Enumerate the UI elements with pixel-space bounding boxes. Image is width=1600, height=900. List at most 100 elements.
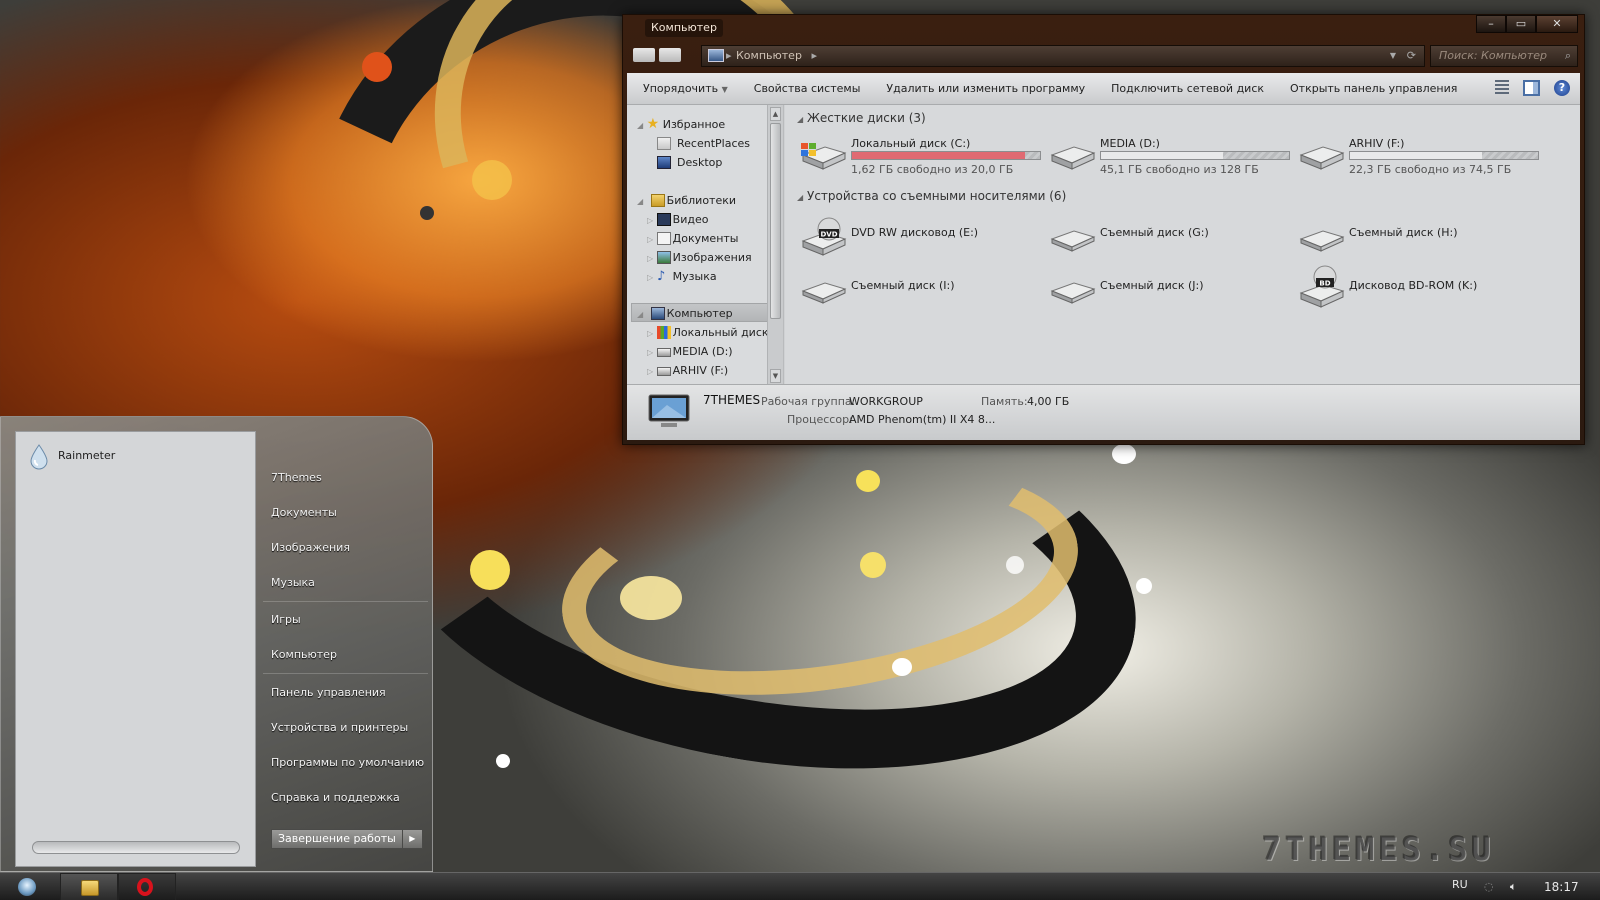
star-icon: ★ [646, 116, 660, 132]
maximize-button[interactable]: ▭ [1506, 15, 1536, 33]
drive-j[interactable]: Съемный диск (J:) [1048, 269, 1298, 309]
scroll-thumb[interactable] [770, 123, 781, 319]
organize-button[interactable]: Упорядочить ▼ [627, 82, 741, 95]
nav-arhiv-f[interactable]: ▷ ARHIV (F:) [647, 361, 728, 380]
minimize-button[interactable]: – [1476, 15, 1506, 33]
address-bar[interactable]: ▸ Компьютер ▸ ▼ ⟳ [701, 45, 1425, 67]
start-item-music[interactable]: Музыка [271, 576, 315, 589]
drive-free-space: 1,62 ГБ свободно из 20,0 ГБ [851, 163, 1014, 176]
drive-c[interactable]: Локальный диск (C:) 1,62 ГБ свободно из … [799, 137, 1049, 177]
drive-name: Локальный диск (C:) [851, 137, 971, 150]
view-controls: ? [1495, 80, 1570, 96]
back-button[interactable] [633, 48, 655, 62]
content-pane: ◢ Жесткие диски (3) Локальный диск (C:) 1… [785, 105, 1580, 385]
drive-icon [657, 367, 671, 376]
nav-recent-places[interactable]: RecentPlaces [657, 134, 750, 153]
drive-g[interactable]: Съемный диск (G:) [1048, 217, 1298, 257]
nav-video[interactable]: ▷ Видео [647, 210, 708, 229]
documents-icon [657, 232, 671, 245]
uninstall-program-button[interactable]: Удалить или изменить программу [873, 82, 1098, 95]
workgroup-label: Рабочая группа: [761, 395, 856, 408]
memory-value: 4,00 ГБ [1027, 395, 1070, 408]
taskbar-explorer-button[interactable] [60, 873, 118, 900]
drive-name: MEDIA (D:) [1100, 137, 1160, 150]
svg-text:DVD: DVD [820, 231, 837, 239]
removable-drive-icon [1297, 225, 1345, 255]
cpu-value: AMD Phenom(tm) II X4 8... [849, 413, 996, 426]
drive-k-bd[interactable]: BD Дисковод BD-ROM (K:) [1297, 265, 1547, 308]
start-item-7themes[interactable]: 7Themes [271, 471, 322, 484]
network-icon[interactable]: ◌ [1484, 880, 1494, 893]
start-item-default-programs[interactable]: Программы по умолчанию [271, 756, 424, 769]
drive-e-dvd[interactable]: DVD DVD RW дисковод (E:) [799, 217, 1049, 257]
start-item-documents[interactable]: Документы [271, 506, 337, 519]
scroll-down-icon[interactable]: ▼ [770, 369, 781, 383]
nav-disk-c[interactable]: ▷ Локальный диск ( [647, 323, 776, 342]
start-item-control-panel[interactable]: Панель управления [271, 686, 386, 699]
shutdown-button[interactable]: Завершение работы [271, 829, 403, 849]
nav-documents[interactable]: ▷ Документы [647, 229, 738, 248]
group-hard-drives[interactable]: ◢ Жесткие диски (3) [797, 111, 926, 125]
svg-text:BD: BD [1319, 280, 1330, 288]
group-removable[interactable]: ◢ Устройства со съемными носителями (6) [797, 189, 1066, 203]
start-button[interactable] [18, 878, 36, 896]
map-network-drive-button[interactable]: Подключить сетевой диск [1098, 82, 1277, 95]
images-icon [657, 251, 671, 264]
nav-images[interactable]: ▷ Изображения [647, 248, 752, 267]
volume-icon[interactable]: 🔈︎ [1510, 880, 1517, 894]
system-tray: RU ◌ 🔈︎ 18:17 [1420, 873, 1600, 900]
close-button[interactable]: ✕ [1536, 15, 1578, 33]
start-item-devices-printers[interactable]: Устройства и принтеры [271, 721, 408, 734]
drive-icon [657, 348, 671, 357]
usage-fill [1101, 152, 1224, 159]
drive-name: Дисковод BD-ROM (K:) [1349, 279, 1478, 292]
bd-rom-drive-icon: BD [1297, 265, 1345, 309]
memory-label: Память: [981, 395, 1028, 408]
start-item-games[interactable]: Игры [271, 613, 301, 626]
nav-desktop[interactable]: Desktop [657, 153, 722, 172]
nav-media-d[interactable]: ▷ MEDIA (D:) [647, 342, 733, 361]
start-item-computer[interactable]: Компьютер [271, 648, 337, 661]
system-properties-button[interactable]: Свойства системы [741, 82, 874, 95]
window-controls: – ▭ ✕ [1476, 15, 1578, 33]
folder-icon [81, 880, 99, 896]
scroll-up-icon[interactable]: ▲ [770, 107, 781, 121]
preview-pane-icon[interactable] [1523, 80, 1540, 96]
video-icon [657, 213, 671, 226]
shutdown-group: Завершение работы ▶ [271, 829, 423, 849]
nav-computer[interactable]: ◢ Компьютер [637, 304, 733, 323]
search-input[interactable]: Поиск: Компьютер ⌕ [1430, 45, 1578, 67]
view-options-icon[interactable] [1495, 80, 1509, 96]
forward-button[interactable] [659, 48, 681, 62]
taskbar-opera-button[interactable] [118, 873, 176, 900]
open-control-panel-button[interactable]: Открыть панель управления [1277, 82, 1470, 95]
usage-bar [851, 151, 1041, 160]
details-pane: 7THEMES Рабочая группа: WORKGROUP Память… [627, 384, 1580, 440]
nav-scrollbar[interactable]: ▲ ▼ [767, 105, 783, 385]
address-dropdown-icon[interactable]: ▼ [1390, 46, 1396, 66]
drive-i[interactable]: Съемный диск (I:) [799, 269, 1049, 309]
clock[interactable]: 18:17 [1544, 880, 1579, 894]
nav-music[interactable]: ▷ ♪ Музыка [647, 267, 717, 286]
windows-drive-icon [799, 141, 847, 171]
pinned-program-rainmeter[interactable]: Rainmeter [28, 442, 115, 470]
nav-libraries[interactable]: ◢ Библиотеки [637, 191, 736, 210]
shutdown-options-icon[interactable]: ▶ [402, 829, 423, 849]
start-item-help-support[interactable]: Справка и поддержка [271, 791, 400, 804]
refresh-icon[interactable]: ⟳ [1407, 46, 1416, 66]
start-search-input[interactable] [32, 841, 240, 854]
removable-drive-icon [1048, 225, 1096, 255]
monitor-icon [647, 393, 691, 429]
drive-h[interactable]: Съемный диск (H:) [1297, 217, 1547, 257]
drive-d[interactable]: MEDIA (D:) 45,1 ГБ свободно из 128 ГБ [1048, 137, 1298, 177]
language-indicator[interactable]: RU [1452, 878, 1468, 891]
search-icon: ⌕ [1564, 49, 1571, 62]
help-icon[interactable]: ? [1554, 80, 1570, 96]
windows-drive-icon [657, 326, 671, 339]
desktop-icon [657, 156, 671, 169]
nav-favorites[interactable]: ◢ ★ Избранное [637, 115, 725, 134]
drive-icon [1297, 141, 1345, 171]
drive-f[interactable]: ARHIV (F:) 22,3 ГБ свободно из 74,5 ГБ [1297, 137, 1547, 177]
explorer-window[interactable]: Компьютер – ▭ ✕ ▸ Компьютер ▸ ▼ ⟳ Поиск:… [622, 14, 1585, 445]
start-item-images[interactable]: Изображения [271, 541, 350, 554]
